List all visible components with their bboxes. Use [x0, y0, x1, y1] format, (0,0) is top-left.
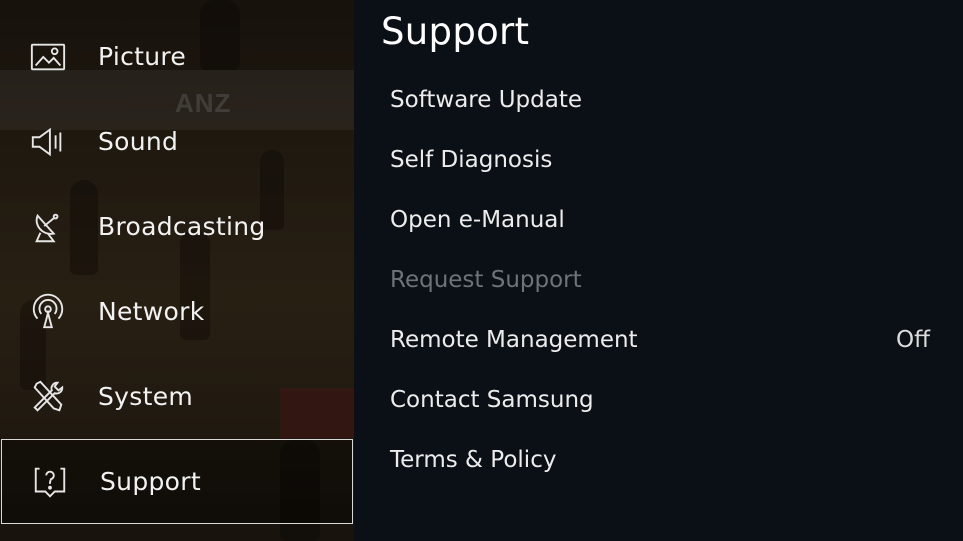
menu-item-label: System: [98, 382, 194, 411]
option-self-diagnosis[interactable]: Self Diagnosis: [390, 130, 930, 190]
option-label: Remote Management: [390, 327, 638, 353]
option-label: Request Support: [390, 267, 582, 293]
panel-title: Support: [381, 10, 530, 53]
option-remote-management[interactable]: Remote Management Off: [390, 310, 930, 370]
option-request-support: Request Support: [390, 250, 930, 310]
option-contact-samsung[interactable]: Contact Samsung: [390, 370, 930, 430]
menu-item-label: Broadcasting: [98, 212, 266, 241]
settings-side-menu: Picture Sound Broadcasting Network Syste…: [0, 14, 354, 524]
menu-item-label: Picture: [98, 42, 187, 71]
remote-management-status: Off: [896, 327, 930, 353]
tv-settings-screen: ANZ Picture Sound Broadcasting Network S…: [0, 0, 963, 541]
option-label: Software Update: [390, 87, 582, 113]
network-broadcast-icon: [28, 292, 68, 332]
option-terms-policy[interactable]: Terms & Policy: [390, 430, 930, 490]
option-label: Contact Samsung: [390, 387, 594, 413]
help-icon: [30, 462, 70, 502]
menu-item-picture[interactable]: Picture: [0, 14, 354, 99]
menu-item-label: Support: [100, 467, 201, 496]
menu-item-system[interactable]: System: [0, 354, 354, 439]
option-software-update[interactable]: Software Update: [390, 70, 930, 130]
support-panel: Support Software Update Self Diagnosis O…: [354, 0, 963, 541]
speaker-icon: [28, 122, 68, 162]
menu-item-sound[interactable]: Sound: [0, 99, 354, 184]
menu-item-broadcasting[interactable]: Broadcasting: [0, 184, 354, 269]
option-label: Terms & Policy: [390, 447, 557, 473]
option-label: Self Diagnosis: [390, 147, 553, 173]
menu-item-label: Network: [98, 297, 205, 326]
picture-icon: [28, 37, 68, 77]
satellite-dish-icon: [28, 207, 68, 247]
tools-icon: [28, 377, 68, 417]
option-label: Open e-Manual: [390, 207, 565, 233]
menu-item-network[interactable]: Network: [0, 269, 354, 354]
menu-item-label: Sound: [98, 127, 179, 156]
menu-item-support[interactable]: Support: [1, 439, 353, 524]
support-options-list: Software Update Self Diagnosis Open e-Ma…: [390, 70, 930, 490]
option-open-e-manual[interactable]: Open e-Manual: [390, 190, 930, 250]
